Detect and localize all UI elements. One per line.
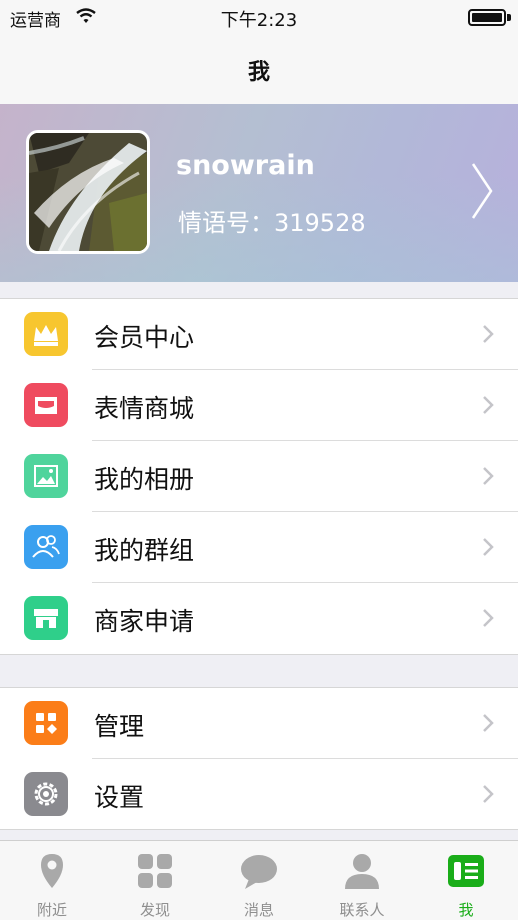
photo-icon xyxy=(24,454,68,498)
page-title: 我 xyxy=(247,60,270,85)
menu-item-groups[interactable]: 我的群组 xyxy=(0,512,518,583)
tab-label: 消息 xyxy=(243,901,274,919)
menu-label: 管理 xyxy=(94,712,145,741)
menu-label: 我的群组 xyxy=(94,536,195,565)
store-icon xyxy=(24,383,68,427)
chevron-right-icon xyxy=(483,467,494,485)
gear-icon xyxy=(24,772,68,816)
clock: 下午2:23 xyxy=(220,10,298,31)
chevron-right-icon[interactable] xyxy=(470,162,494,220)
menu-item-merchant-apply[interactable]: 商家申请 xyxy=(0,583,518,654)
profile-name: snowrain xyxy=(176,150,315,181)
group-icon xyxy=(24,525,68,569)
menu-item-settings[interactable]: 设置 xyxy=(0,759,518,830)
menu-group-settings: 管理 设置 xyxy=(0,687,518,830)
chevron-right-icon xyxy=(483,785,494,803)
grid-icon xyxy=(24,701,68,745)
tab-me[interactable]: 我 xyxy=(414,841,518,920)
tab-contacts[interactable]: 联系人 xyxy=(310,841,414,920)
status-bar: 运营商 下午2:23 xyxy=(0,0,518,34)
chevron-right-icon xyxy=(483,714,494,732)
tab-nearby[interactable]: 附近 xyxy=(0,841,104,920)
chat-bubble-icon xyxy=(241,855,277,889)
chevron-right-icon xyxy=(483,609,494,627)
tab-label: 我 xyxy=(458,901,474,919)
discover-grid-icon xyxy=(138,854,172,888)
nav-bar: 我 xyxy=(0,34,518,104)
tab-label: 联系人 xyxy=(339,901,385,919)
menu-item-vip[interactable]: 会员中心 xyxy=(0,299,518,370)
crown-icon xyxy=(24,312,68,356)
menu-label: 商家申请 xyxy=(94,607,195,636)
tab-label: 附近 xyxy=(36,901,67,919)
chevron-right-icon xyxy=(483,538,494,556)
tab-label: 发现 xyxy=(139,901,170,919)
tab-bar: 附近 发现 消息 联系人 我 xyxy=(0,840,518,920)
menu-label: 表情商城 xyxy=(94,394,195,423)
chevron-right-icon xyxy=(483,325,494,343)
profile-id: 情语号：319528 xyxy=(178,209,366,237)
menu-label: 我的相册 xyxy=(94,465,195,494)
profile-header[interactable]: snowrain 情语号：319528 xyxy=(0,104,518,282)
battery-icon xyxy=(468,9,506,26)
tab-messages[interactable]: 消息 xyxy=(207,841,311,920)
menu-label: 设置 xyxy=(94,783,145,812)
chevron-right-icon xyxy=(483,396,494,414)
avatar[interactable] xyxy=(26,130,150,254)
battery-tip xyxy=(507,14,511,21)
menu-item-album[interactable]: 我的相册 xyxy=(0,441,518,512)
menu-label: 会员中心 xyxy=(94,323,195,352)
waterfall-photo xyxy=(29,133,147,251)
tab-discover[interactable]: 发现 xyxy=(103,841,207,920)
menu-item-sticker-store[interactable]: 表情商城 xyxy=(0,370,518,441)
menu-item-manage[interactable]: 管理 xyxy=(0,688,518,759)
person-icon xyxy=(345,854,379,889)
location-pin-icon xyxy=(41,854,63,888)
menu-group-main: 会员中心 表情商城 我的相册 我的群组 商家申请 xyxy=(0,298,518,655)
me-card-icon xyxy=(448,855,484,887)
shop-icon xyxy=(24,596,68,640)
